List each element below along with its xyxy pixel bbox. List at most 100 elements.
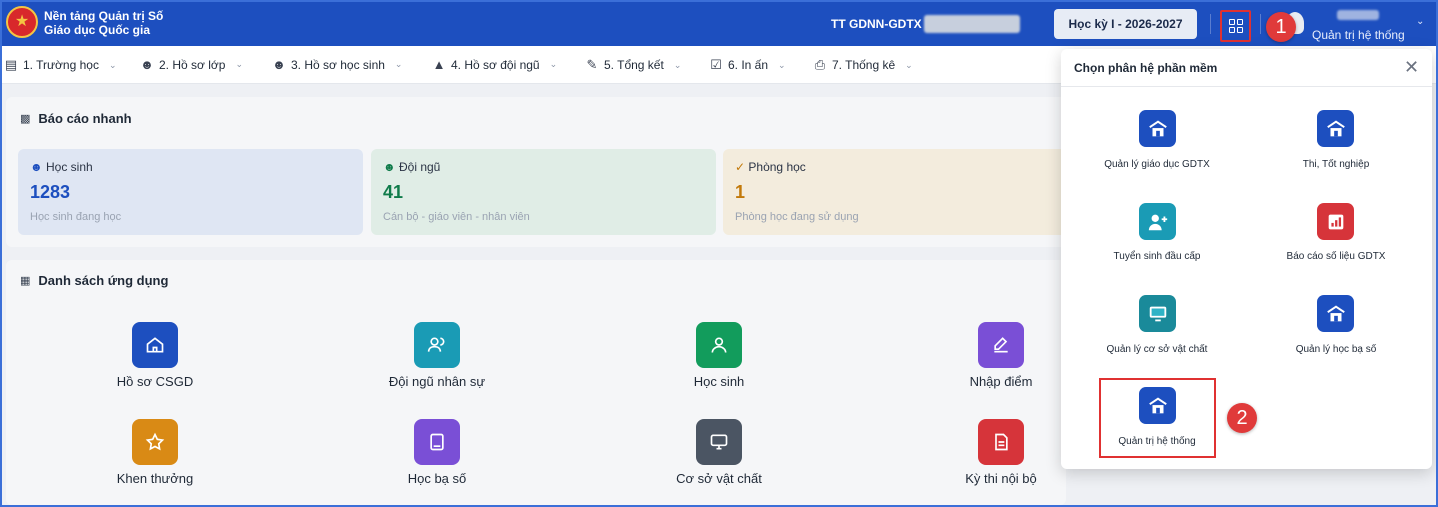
app-switcher-button[interactable] bbox=[1220, 10, 1251, 42]
book-icon bbox=[430, 433, 444, 451]
stat-desc: Học sinh đang học bbox=[30, 211, 122, 223]
brand-line1: Nền tảng Quản trị Số bbox=[44, 9, 164, 23]
module-label[interactable]: Quản lý cơ sở vật chất bbox=[1067, 344, 1247, 355]
nav-item-label: 1. Trường học bbox=[23, 58, 99, 72]
center-name-redacted bbox=[924, 15, 1020, 33]
user-role[interactable]: Quản trị hệ thống bbox=[1312, 28, 1405, 42]
chevron-down-icon: ⌄ bbox=[673, 59, 682, 70]
home-icon bbox=[146, 337, 164, 353]
apps-title: ▦ Danh sách ứng dụng bbox=[20, 273, 168, 288]
app-label[interactable]: Kỳ thi nội bộ bbox=[911, 471, 1091, 486]
nav-item-in-an[interactable]: ☑ 6. In ấn ⌄ bbox=[709, 57, 786, 73]
check-icon: ✓ bbox=[735, 160, 746, 174]
module-quan-ly-giao-duc-gdtx[interactable] bbox=[1139, 110, 1176, 147]
monitor-icon bbox=[1149, 306, 1166, 321]
app-label[interactable]: Khen thưởng bbox=[65, 471, 245, 486]
chevron-down-icon[interactable]: ⌄ bbox=[1416, 16, 1424, 27]
stat-card-phong-hoc[interactable]: ✓ Phòng học 1 Phòng học đang sử dụng bbox=[723, 149, 1068, 235]
app-label[interactable]: Đội ngũ nhân sự bbox=[347, 374, 527, 389]
module-quan-ly-co-so-vat-chat[interactable] bbox=[1139, 295, 1176, 332]
stat-desc: Cán bộ - giáo viên - nhân viên bbox=[383, 211, 530, 223]
nav-item-ho-so-lop[interactable]: ☻ 2. Hồ sơ lớp ⌄ bbox=[140, 57, 243, 72]
app-nhap-diem-tile[interactable] bbox=[978, 322, 1024, 368]
nav-item-label: 4. Hồ sơ đội ngũ bbox=[451, 57, 540, 72]
module-label[interactable]: Thi, Tốt nghiệp bbox=[1246, 159, 1426, 170]
stat-value: 1 bbox=[735, 182, 746, 202]
app-hoc-ba-so-tile[interactable] bbox=[414, 419, 460, 465]
monitor-icon bbox=[710, 434, 728, 450]
user-plus-icon bbox=[1148, 214, 1167, 230]
user-icon bbox=[711, 337, 727, 353]
step-badge-2: 2 bbox=[1227, 403, 1257, 433]
bar-chart-icon: ▩ bbox=[20, 113, 31, 125]
nav-item-ho-so-doi-ngu[interactable]: ▲ 4. Hồ sơ đội ngũ ⌄ bbox=[432, 57, 558, 72]
user-icon: ☻ bbox=[30, 160, 43, 174]
app-label[interactable]: Hồ sơ CSGD bbox=[65, 374, 245, 389]
nav-item-ho-so-hoc-sinh[interactable]: ☻ 3. Hồ sơ học sinh ⌄ bbox=[272, 57, 402, 72]
nav-item-tong-ket[interactable]: ✎ 5. Tổng kết ⌄ bbox=[585, 57, 682, 73]
module-tuyen-sinh-dau-cap[interactable] bbox=[1139, 203, 1176, 240]
grid-icon bbox=[1228, 19, 1243, 33]
stat-value: 41 bbox=[383, 182, 404, 202]
chevron-down-icon: ⌄ bbox=[905, 59, 913, 70]
module-label[interactable]: Tuyển sinh đầu cấp bbox=[1067, 251, 1247, 262]
stat-card-doi-ngu[interactable]: ☻ Đội ngũ 41 Cán bộ - giáo viên - nhân v… bbox=[371, 149, 716, 235]
brand-line2: Giáo dục Quốc gia bbox=[44, 23, 151, 37]
edit-icon bbox=[994, 337, 1008, 353]
stat-label: ✓ Phòng học bbox=[735, 160, 806, 174]
quick-report-title: ▩ Báo cáo nhanh bbox=[20, 111, 132, 126]
module-quan-ly-hoc-ba-so[interactable] bbox=[1317, 295, 1354, 332]
app-ho-so-csgd-tile[interactable] bbox=[132, 322, 178, 368]
checkbox-icon: ☑ bbox=[710, 57, 722, 72]
stat-label-text: Phòng học bbox=[748, 160, 806, 174]
graduation-cap-icon: ▲ bbox=[432, 57, 446, 72]
users-icon bbox=[427, 337, 445, 352]
quick-report-title-text: Báo cáo nhanh bbox=[38, 111, 132, 126]
apps-title-text: Danh sách ứng dụng bbox=[38, 273, 169, 288]
module-label[interactable]: Quản lý học bạ số bbox=[1246, 344, 1426, 355]
center-name: TT GDNN-GDTX I bbox=[831, 17, 929, 31]
top-header: Nền tảng Quản trị Số Giáo dục Quốc gia T… bbox=[2, 2, 1436, 46]
nav-item-truong-hoc[interactable]: ▤ 1. Trường học ⌄ bbox=[4, 57, 117, 73]
grid-icon: ▦ bbox=[20, 275, 31, 287]
app-ky-thi-noi-bo-tile[interactable] bbox=[978, 419, 1024, 465]
nav-item-label: 5. Tổng kết bbox=[604, 58, 664, 72]
stat-desc: Phòng học đang sử dụng bbox=[735, 211, 859, 223]
stat-label-text: Đội ngũ bbox=[398, 160, 441, 174]
brand-title: Nền tảng Quản trị Số Giáo dục Quốc gia bbox=[44, 9, 163, 37]
app-label[interactable]: Cơ sở vật chất bbox=[629, 471, 809, 486]
app-label[interactable]: Học bạ số bbox=[347, 471, 527, 486]
module-label[interactable]: Quản lý giáo dục GDTX bbox=[1067, 159, 1247, 170]
stat-label-text: Học sinh bbox=[45, 160, 93, 174]
school-icon bbox=[1148, 119, 1167, 136]
module-bao-cao-so-lieu-gdtx[interactable] bbox=[1317, 203, 1354, 240]
nav-item-label: 6. In ấn bbox=[728, 58, 769, 72]
app-co-so-vat-chat-tile[interactable] bbox=[696, 419, 742, 465]
stat-label: ☻ Đội ngũ bbox=[383, 160, 440, 174]
printer-icon: ⎙ bbox=[814, 57, 826, 72]
highlight-box bbox=[1099, 378, 1216, 458]
users-icon: ☻ bbox=[272, 57, 286, 72]
module-thi-tot-nghiep[interactable] bbox=[1317, 110, 1354, 147]
users-icon: ☻ bbox=[383, 160, 396, 174]
chevron-down-icon: ⌄ bbox=[778, 59, 786, 70]
app-doi-ngu-nhan-su-tile[interactable] bbox=[414, 322, 460, 368]
school-icon bbox=[1326, 304, 1345, 321]
user-icon: ☻ bbox=[140, 57, 154, 72]
close-icon[interactable]: ✕ bbox=[1404, 57, 1419, 78]
module-label[interactable]: Báo cáo số liệu GDTX bbox=[1246, 251, 1426, 262]
pencil-icon: ✎ bbox=[586, 57, 598, 72]
chevron-down-icon: ⌄ bbox=[549, 59, 558, 69]
nav-item-label: 7. Thống kê bbox=[832, 58, 896, 72]
header-divider bbox=[1260, 14, 1261, 34]
app-khen-thuong-tile[interactable] bbox=[132, 419, 178, 465]
chevron-down-icon: ⌄ bbox=[235, 59, 243, 69]
term-selector-button[interactable]: Học kỳ I - 2026-2027 bbox=[1054, 9, 1197, 39]
star-icon bbox=[145, 432, 165, 451]
nav-item-thong-ke[interactable]: ⎙ 7. Thống kê ⌄ bbox=[813, 57, 913, 73]
app-label[interactable]: Học sinh bbox=[629, 374, 809, 389]
building-icon: ▤ bbox=[4, 57, 18, 72]
app-hoc-sinh-tile[interactable] bbox=[696, 322, 742, 368]
stat-card-hoc-sinh[interactable]: ☻ Học sinh 1283 Học sinh đang học bbox=[18, 149, 363, 235]
header-divider bbox=[1210, 14, 1211, 34]
